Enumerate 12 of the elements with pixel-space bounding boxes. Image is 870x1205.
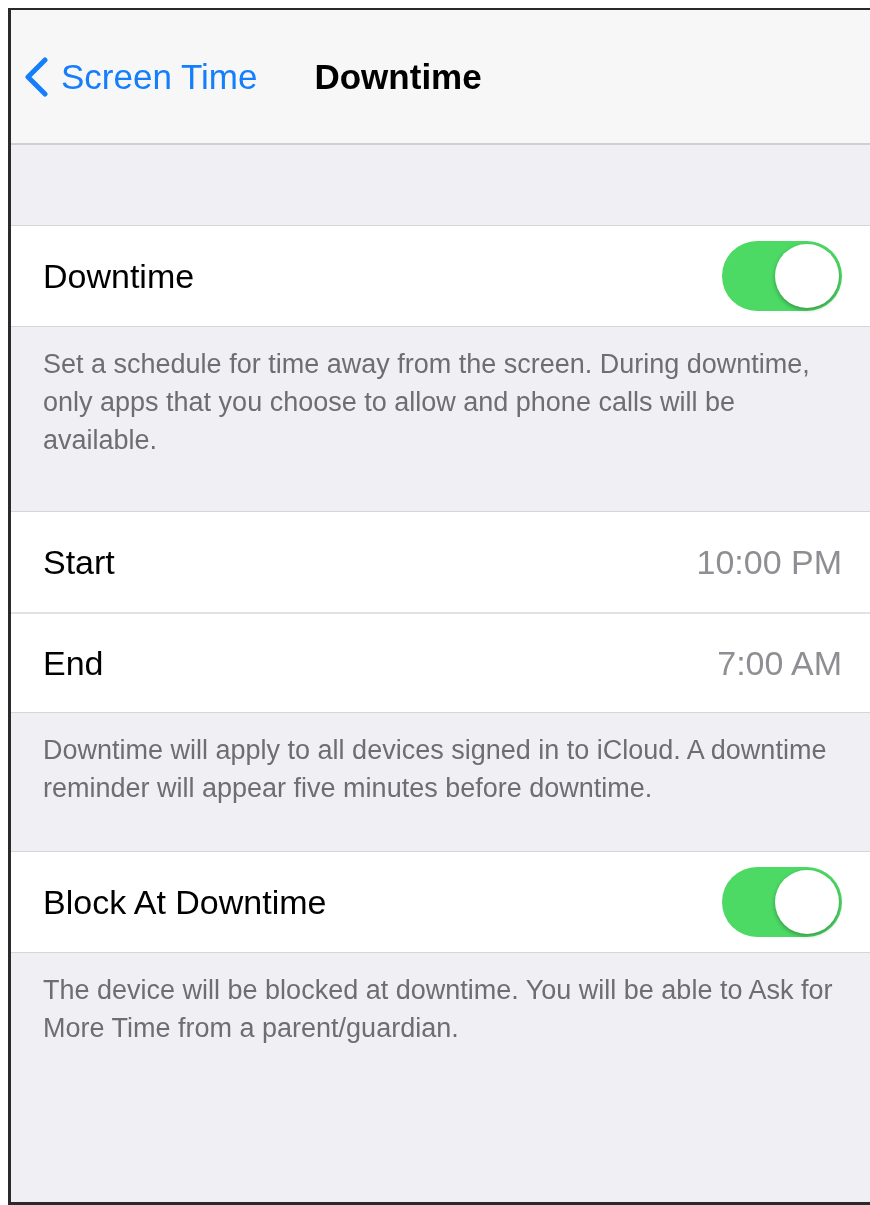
row-label: Downtime	[43, 256, 195, 296]
row-label: Block At Downtime	[43, 882, 327, 922]
footer-text: The device will be blocked at downtime. You will be able to Ask for More Time from a parent/guardian.	[42, 974, 834, 1045]
back-button[interactable]: Screen Time	[23, 56, 258, 97]
footer-text: Downtime will apply to all devices signed in to iCloud. A downtime reminder will appear five minutes before downtime.	[42, 734, 828, 805]
footer-text: Set a schedule for time away from the screen. During downtime, only apps that you choose to allow and phone calls will be available.	[42, 348, 811, 457]
row-label: Start	[43, 542, 115, 582]
row-value: 7:00 AM	[717, 643, 842, 683]
back-chevron-icon	[23, 56, 49, 97]
row-label: End	[43, 643, 104, 683]
row-value: 10:00 PM	[696, 542, 842, 582]
page-title: Downtime	[314, 56, 482, 97]
